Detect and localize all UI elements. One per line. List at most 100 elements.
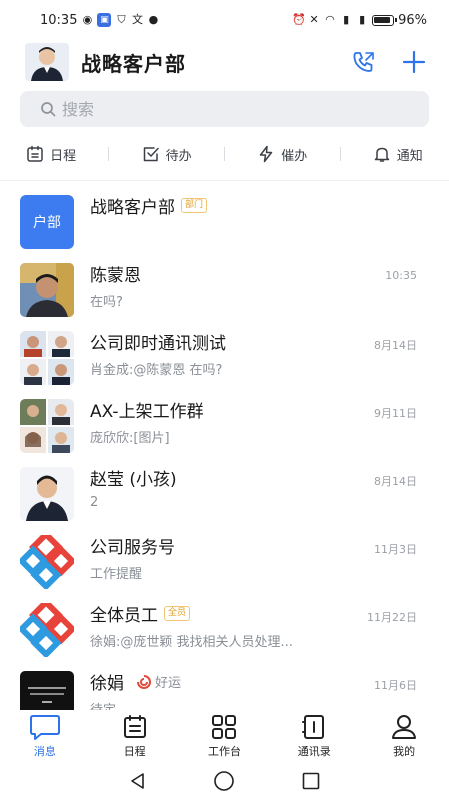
- add-button[interactable]: [399, 47, 429, 77]
- chat-name-text: 陈蒙恩: [90, 266, 141, 286]
- chat-name: 公司服务号: [90, 533, 175, 558]
- quick-todo[interactable]: 待办: [142, 145, 192, 164]
- chat-name: 公司即时通讯测试: [90, 329, 226, 354]
- page-title: 战略客户部: [81, 51, 186, 76]
- avatar: [20, 535, 74, 589]
- all-members-tag: 全员: [164, 606, 191, 621]
- chat-name: AX-上架工作群: [90, 397, 204, 422]
- list-item[interactable]: 全体员工 全员 徐娟:@庞世颖 我找相关人员处理... 11月22日: [0, 597, 449, 665]
- list-item[interactable]: AX-上架工作群 庞欣欣:[图片] 9月11日: [0, 393, 449, 461]
- checkbox-icon: [143, 147, 159, 162]
- chat-time: 11月3日: [374, 543, 417, 556]
- translate-icon: 文: [131, 13, 143, 26]
- chat-preview: 2: [90, 495, 99, 510]
- avatar: [20, 467, 74, 521]
- tab-messages[interactable]: 消息: [10, 710, 80, 760]
- tab-workbench[interactable]: 工作台: [189, 710, 259, 760]
- call-button[interactable]: [349, 47, 379, 77]
- search-input[interactable]: [62, 99, 402, 119]
- signal-icon-2: ▮: [359, 13, 366, 26]
- status-bar: 10:35 ◉ ▣ ⛉ 文 ● ⏰ ✕ ◠ ▮ ▮ 96%: [0, 0, 449, 40]
- chat-name-text: 战略客户部: [90, 198, 175, 218]
- chat-name-text: 公司即时通讯测试: [90, 334, 226, 354]
- calendar-icon: [123, 715, 146, 738]
- chat-name: 全体员工 全员: [90, 601, 191, 626]
- quick-todo-label: 待办: [165, 148, 192, 164]
- home-button[interactable]: [212, 769, 236, 793]
- person-icon: [392, 715, 417, 739]
- status-text: 好运: [155, 676, 182, 691]
- tab-contacts[interactable]: 通讯录: [279, 710, 349, 760]
- signal-icon: ▮: [343, 13, 350, 26]
- bell-icon: [374, 147, 390, 162]
- chat-bubble-icon: [29, 715, 60, 740]
- header: 战略客户部: [0, 40, 449, 84]
- quick-calendar[interactable]: 日程: [26, 145, 76, 164]
- swirl-icon: [137, 674, 151, 689]
- chat-time: 11月6日: [374, 679, 417, 692]
- home-circle-icon: [214, 770, 235, 791]
- chat-notification-icon: ●: [148, 13, 159, 26]
- avatar: [20, 399, 74, 453]
- status-right: ⏰ ✕ ◠ ▮ ▮ 96%: [292, 13, 427, 28]
- chat-name: 陈蒙恩: [90, 261, 141, 286]
- chat-name: 战略客户部 部门: [90, 193, 208, 218]
- quick-actions: 日程 待办 催办 通知: [0, 135, 449, 173]
- avatar: [20, 603, 74, 657]
- chat-preview: 徐娟:@庞世颖 我找相关人员处理...: [90, 635, 293, 650]
- chat-name-text: 全体员工: [90, 606, 158, 626]
- tab-workbench-label: 工作台: [207, 745, 241, 758]
- divider: [339, 147, 341, 161]
- quick-notice[interactable]: 通知: [373, 145, 423, 164]
- quick-urge[interactable]: 催办: [257, 145, 307, 164]
- avatar: 户部: [20, 195, 74, 249]
- tab-contacts-label: 通讯录: [297, 745, 331, 758]
- system-nav: [0, 762, 449, 799]
- avatar: [20, 263, 74, 317]
- recents-square-icon: [302, 772, 320, 789]
- status-time: 10:35: [40, 12, 78, 28]
- status-badge: 好运: [136, 672, 181, 691]
- tab-schedule[interactable]: 日程: [100, 710, 170, 760]
- list-item[interactable]: 徐娟 好运 待定 11月6日: [0, 665, 449, 710]
- tab-profile-label: 我的: [393, 745, 416, 758]
- chat-time: 11月22日: [367, 611, 417, 624]
- divider: [108, 147, 110, 161]
- app-notification-icon: ▣: [97, 13, 112, 27]
- status-left: 10:35 ◉ ▣ ⛉ 文 ●: [40, 13, 159, 28]
- tab-schedule-label: 日程: [123, 745, 146, 758]
- chat-preview: 肖金成:@陈蒙恩 在吗?: [90, 363, 223, 378]
- quick-notice-label: 通知: [396, 148, 423, 164]
- search-bar[interactable]: [20, 91, 429, 127]
- chat-name: 赵莹 (小孩): [90, 465, 177, 490]
- chat-name-text: 赵莹 (小孩): [90, 470, 177, 490]
- tab-profile[interactable]: 我的: [369, 710, 439, 760]
- eye-icon: ◉: [82, 13, 93, 26]
- chat-list: 户部 战略客户部 部门 陈蒙恩 在吗? 10:35 公司即时通讯测试 肖金成:@…: [0, 180, 449, 710]
- wifi-icon: ◠: [325, 13, 335, 26]
- tab-messages-label: 消息: [33, 745, 56, 758]
- search-icon: [41, 102, 56, 117]
- list-item[interactable]: 户部 战略客户部 部门: [0, 189, 449, 257]
- list-item[interactable]: 公司即时通讯测试 肖金成:@陈蒙恩 在吗? 8月14日: [0, 325, 449, 393]
- dept-tag: 部门: [181, 198, 208, 213]
- grid-icon: [212, 715, 237, 739]
- list-item[interactable]: 公司服务号 工作提醒 11月3日: [0, 529, 449, 597]
- chat-preview: 工作提醒: [90, 567, 143, 582]
- back-button[interactable]: [126, 769, 150, 793]
- avatar[interactable]: [25, 43, 69, 81]
- chat-time: 9月11日: [374, 407, 417, 420]
- calendar-icon: [27, 145, 43, 162]
- battery-icon: [372, 14, 398, 26]
- back-triangle-icon: [131, 772, 144, 789]
- chat-preview: 待定: [90, 699, 116, 710]
- lightning-icon: [259, 145, 273, 163]
- recents-button[interactable]: [299, 769, 323, 793]
- company-logo-icon: [20, 603, 74, 657]
- chat-preview: 在吗?: [90, 295, 123, 310]
- list-item[interactable]: 赵莹 (小孩) 2 8月14日: [0, 461, 449, 529]
- shield-icon: ⛉: [117, 13, 126, 26]
- list-item[interactable]: 陈蒙恩 在吗? 10:35: [0, 257, 449, 325]
- battery-level: 96%: [398, 12, 427, 28]
- chat-time: 8月14日: [374, 339, 417, 352]
